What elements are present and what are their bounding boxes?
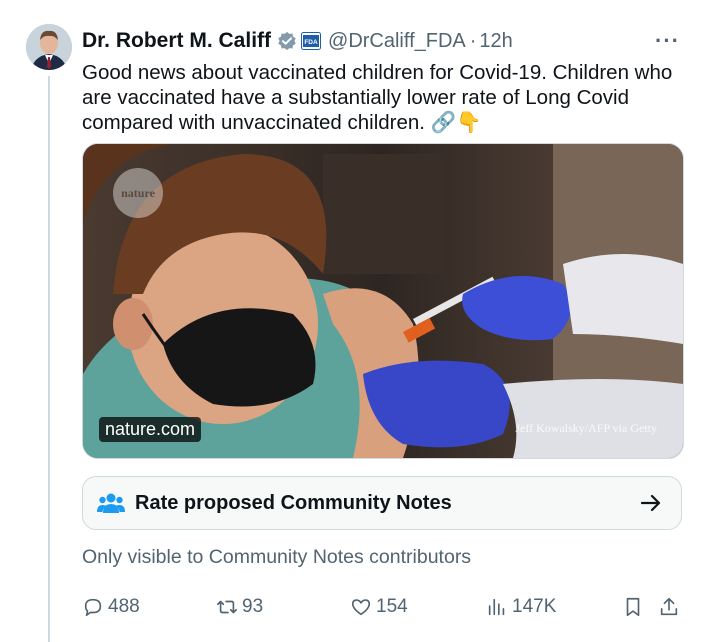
arrow-right-icon <box>640 494 661 512</box>
heart-icon <box>351 599 371 616</box>
reply-button[interactable]: 488 <box>82 596 140 618</box>
views-chart-icon <box>488 598 505 616</box>
reply-count: 488 <box>108 596 140 617</box>
photo-credit: Jeff Kowalsky/AFP via Getty <box>515 421 657 435</box>
tweet-timestamp[interactable]: 12h <box>479 30 512 53</box>
tweet-header: Dr. Robert M. Califf FDA @DrCaliff_FDA ·… <box>82 26 690 56</box>
rate-community-notes-label: Rate proposed Community Notes <box>135 491 452 514</box>
tweet: Dr. Robert M. Califf FDA @DrCaliff_FDA ·… <box>8 6 702 642</box>
share-button[interactable] <box>658 596 680 618</box>
tweet-text: Good news about vaccinated children for … <box>82 61 673 134</box>
fda-affiliate-badge-icon[interactable]: FDA <box>301 32 322 50</box>
reply-icon <box>84 598 102 617</box>
fda-badge-text: FDA <box>304 39 318 46</box>
community-notes-visibility-note: Only visible to Community Notes contribu… <box>82 546 472 568</box>
views-button[interactable]: 147K <box>486 596 556 618</box>
nature-logo: nature <box>113 168 163 218</box>
avatar[interactable] <box>26 24 72 70</box>
author-handle[interactable]: @DrCaliff_FDA <box>328 30 466 53</box>
retweet-button[interactable]: 93 <box>216 596 263 618</box>
like-button[interactable]: 154 <box>350 596 408 618</box>
verified-badge-icon <box>278 31 296 51</box>
link-preview-card[interactable]: nature Jeff Kowalsky/AFP via Getty natur… <box>82 143 684 459</box>
bookmark-icon <box>626 597 640 617</box>
author-name[interactable]: Dr. Robert M. Califf <box>82 29 271 53</box>
share-icon <box>660 597 678 616</box>
card-domain: nature.com <box>99 417 202 442</box>
header-separator: · <box>469 29 477 52</box>
like-count: 154 <box>376 596 408 617</box>
more-options-icon[interactable]: ··· <box>655 28 680 54</box>
community-people-icon <box>97 493 125 513</box>
retweet-count: 93 <box>242 596 264 617</box>
bookmark-button[interactable] <box>622 596 644 618</box>
rate-community-notes-button[interactable]: Rate proposed Community Notes <box>82 476 682 530</box>
card-image <box>83 144 683 458</box>
action-bar: 488 93 154 147K <box>82 596 682 624</box>
retweet-icon <box>217 600 237 614</box>
thread-line <box>48 76 50 642</box>
views-count: 147K <box>512 596 557 617</box>
